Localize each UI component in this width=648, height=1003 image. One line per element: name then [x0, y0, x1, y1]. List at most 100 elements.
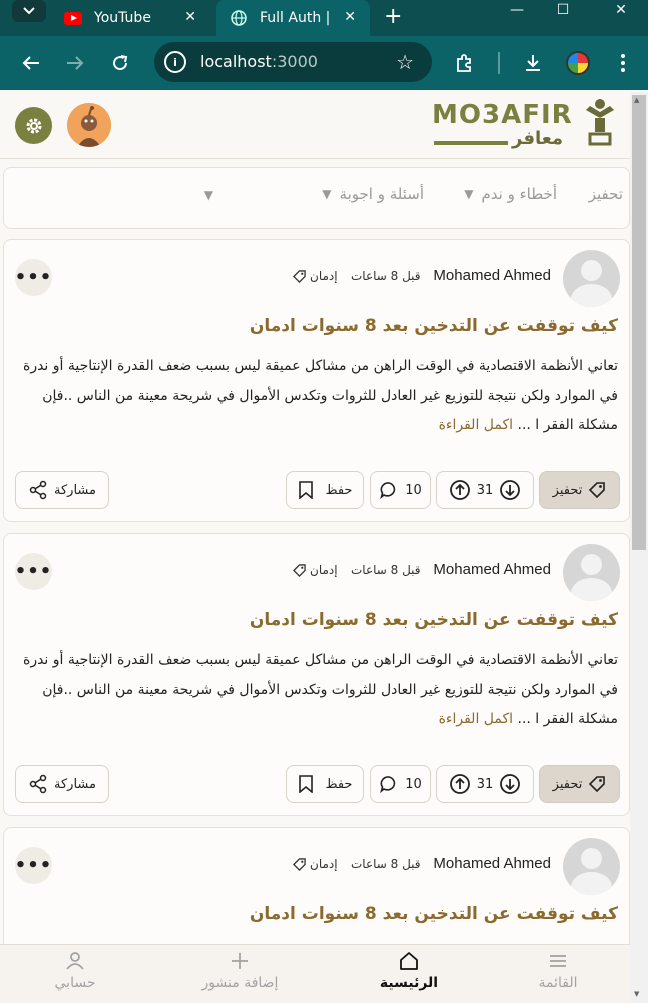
scrollbar-thumb[interactable] [632, 95, 646, 550]
settings-button[interactable] [15, 107, 52, 144]
vote-count: 31 [476, 482, 494, 498]
nav-add-post[interactable]: إضافة منشور [175, 949, 305, 1001]
downvote-arrow-icon[interactable] [499, 773, 521, 795]
close-icon[interactable]: ✕ [344, 9, 356, 25]
category-label: أخطاء و ندم [481, 185, 557, 203]
category-label: أسئلة و اجوبة [339, 185, 424, 203]
share-button[interactable]: مشاركة [15, 471, 109, 509]
post-title[interactable]: كيف توقفت عن التدخين بعد 8 سنوات ادمان [250, 904, 618, 924]
nav-label: إضافة منشور [201, 975, 279, 991]
post-time: قبل 8 ساعات [351, 563, 421, 577]
close-icon[interactable]: ✕ [184, 9, 196, 25]
logo-trophy-icon [586, 99, 614, 146]
tab-full-auth[interactable]: Full Auth | ✕ [216, 0, 370, 36]
window-close-icon[interactable]: ✕ [606, 0, 636, 20]
chip-label: تحفيز [552, 776, 583, 792]
caret-down-icon: ▼ [464, 187, 474, 201]
scroll-down-icon[interactable]: ▼ [634, 990, 639, 998]
post-title[interactable]: كيف توقفت عن التدخين بعد 8 سنوات ادمان [250, 316, 618, 336]
post-body: تعاني الأنظمة الاقتصادية في الوقت الراهن… [14, 646, 618, 735]
tab-title: Full Auth | [260, 10, 331, 26]
comments-button[interactable]: 10 [370, 471, 431, 509]
tab-title: YouTube [94, 10, 151, 26]
nav-account[interactable]: حسابي [10, 949, 140, 1001]
tab-youtube[interactable]: YouTube ✕ [50, 0, 210, 36]
profile-avatar[interactable] [566, 51, 590, 75]
maximize-icon[interactable]: ☐ [548, 0, 578, 20]
read-more-link[interactable]: اكمل القراءة [439, 711, 513, 727]
post-tag[interactable]: إدمان [293, 269, 338, 283]
address-bar[interactable]: i localhost:3000 ☆ [154, 42, 432, 82]
share-button[interactable]: مشاركة [15, 765, 109, 803]
globe-icon [230, 10, 248, 26]
nav-label: حسابي [54, 975, 96, 991]
kebab-menu-icon[interactable] [610, 50, 636, 76]
tab-search-button[interactable] [12, 0, 46, 22]
post-body: تعاني الأنظمة الاقتصادية في الوقت الراهن… [14, 352, 618, 441]
post-category-chip[interactable]: تحفيز [539, 471, 620, 509]
post-card: ••• Mohamed Ahmed قبل 8 ساعات إدمان كيف … [3, 827, 630, 947]
browser-tab-strip: YouTube ✕ Full Auth | ✕ + — ☐ ✕ [0, 0, 648, 36]
post-tag-label: إدمان [310, 269, 338, 283]
post-author[interactable]: Mohamed Ahmed [433, 267, 551, 284]
vote-control: 31 [436, 471, 534, 509]
post-tag[interactable]: إدمان [293, 563, 338, 577]
avatar-image [67, 103, 111, 147]
more-options-button[interactable]: ••• [15, 259, 52, 296]
post-card: ••• Mohamed Ahmed قبل 8 ساعات إدمان كيف … [3, 533, 630, 816]
post-title[interactable]: كيف توقفت عن التدخين بعد 8 سنوات ادمان [250, 610, 618, 630]
more-options-button[interactable]: ••• [15, 847, 52, 884]
new-tab-button[interactable]: + [384, 4, 402, 29]
post-category-chip[interactable]: تحفيز [539, 765, 620, 803]
user-avatar[interactable] [67, 103, 111, 147]
browser-toolbar: i localhost:3000 ☆ [0, 36, 648, 90]
chip-label: تحفيز [552, 482, 583, 498]
post-card: ••• Mohamed Ahmed قبل 8 ساعات إدمان كيف … [3, 239, 630, 522]
minimize-icon[interactable]: — [502, 0, 532, 20]
category-bar: تحفيز أخطاء و ندم ▼ أسئلة و اجوبة ▼ ▼ [3, 167, 630, 229]
post-author[interactable]: Mohamed Ahmed [433, 855, 551, 872]
site-info-icon[interactable]: i [164, 51, 186, 73]
author-avatar[interactable] [563, 544, 620, 601]
forward-arrow-icon[interactable] [62, 50, 88, 76]
read-more-link[interactable]: اكمل القراءة [439, 417, 513, 433]
author-avatar[interactable] [563, 250, 620, 307]
bottom-navigation: القائمة الرئيسية إضافة منشور حسابي [0, 944, 630, 1003]
author-avatar[interactable] [563, 838, 620, 895]
nav-label: الرئيسية [379, 975, 439, 991]
download-icon[interactable] [520, 50, 546, 76]
share-label: مشاركة [54, 776, 96, 792]
youtube-icon [64, 11, 82, 25]
reload-icon[interactable] [107, 50, 133, 76]
nav-menu[interactable]: القائمة [493, 949, 623, 1001]
nav-home[interactable]: الرئيسية [344, 949, 474, 1001]
tag-icon [589, 482, 606, 499]
comments-button[interactable]: 10 [370, 765, 431, 803]
back-arrow-icon[interactable] [18, 50, 44, 76]
post-excerpt: تعاني الأنظمة الاقتصادية في الوقت الراهن… [22, 358, 618, 433]
vote-control: 31 [436, 765, 534, 803]
post-excerpt: تعاني الأنظمة الاقتصادية في الوقت الراهن… [22, 652, 618, 727]
upvote-arrow-icon[interactable] [449, 773, 471, 795]
comment-icon [380, 776, 396, 794]
site-logo[interactable]: MO3AFIR معافر [432, 98, 620, 152]
category-dropdown-mistakes[interactable]: أخطاء و ندم ▼ [464, 185, 557, 203]
share-icon [29, 774, 47, 794]
category-dropdown-qa[interactable]: أسئلة و اجوبة ▼ [322, 185, 424, 203]
scroll-up-icon[interactable]: ▲ [634, 96, 639, 104]
post-tag[interactable]: إدمان [293, 857, 338, 871]
gear-icon [26, 118, 41, 133]
upvote-arrow-icon[interactable] [449, 479, 471, 501]
save-button[interactable]: حفظ [286, 471, 364, 509]
save-button[interactable]: حفظ [286, 765, 364, 803]
url-text: localhost:3000 [200, 52, 318, 71]
more-options-button[interactable]: ••• [15, 553, 52, 590]
extensions-icon[interactable] [452, 50, 478, 76]
post-tag-label: إدمان [310, 563, 338, 577]
bookmark-star-icon[interactable]: ☆ [396, 50, 414, 74]
downvote-arrow-icon[interactable] [499, 479, 521, 501]
post-author[interactable]: Mohamed Ahmed [433, 561, 551, 578]
category-dropdown-motivation[interactable]: تحفيز [589, 185, 623, 203]
app-header: MO3AFIR معافر [0, 92, 630, 158]
bookmark-icon [298, 775, 313, 793]
